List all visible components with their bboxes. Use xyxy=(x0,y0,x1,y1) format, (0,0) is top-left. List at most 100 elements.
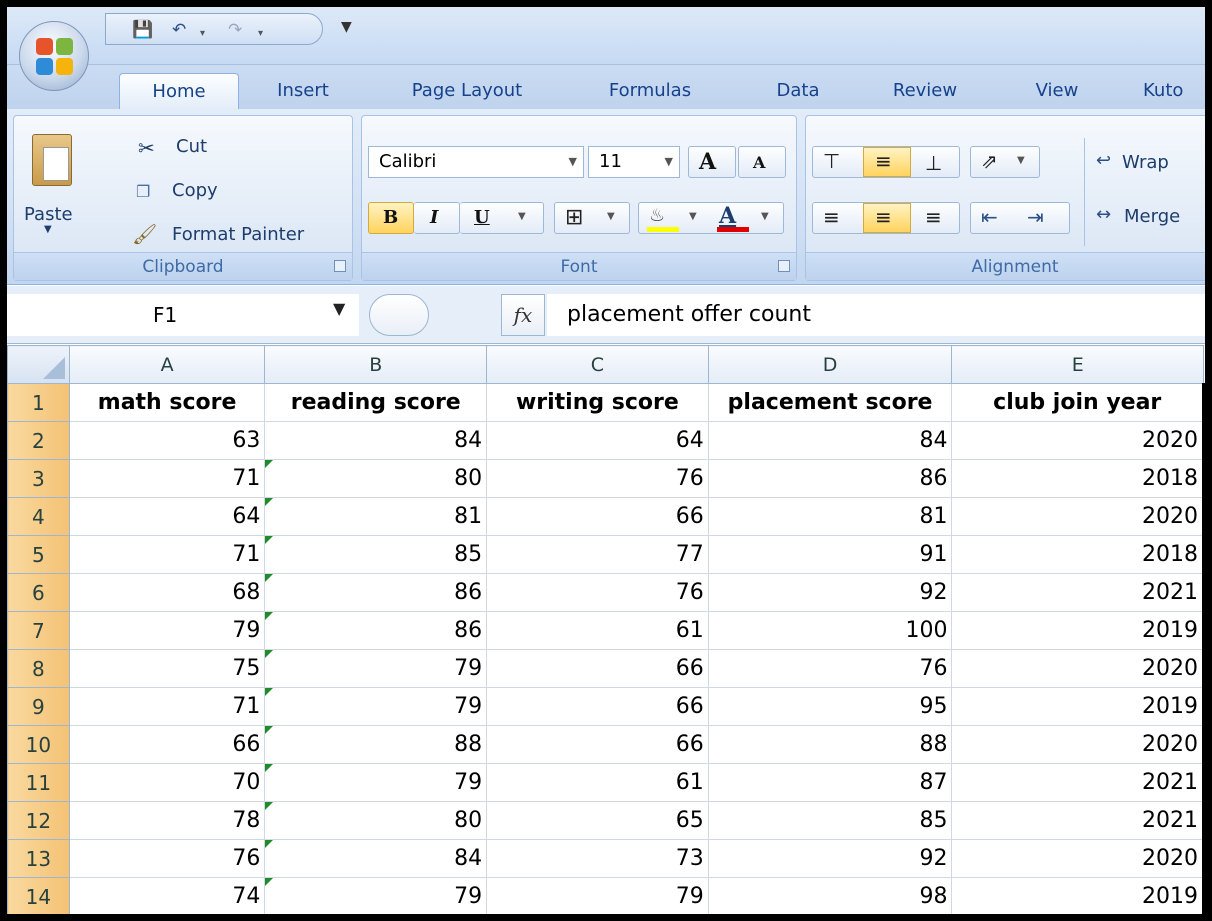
cell-c1[interactable]: writing score xyxy=(486,383,709,422)
cell-b3[interactable]: 80 xyxy=(264,459,488,498)
cell-a13[interactable]: 76 xyxy=(68,839,266,878)
row-header[interactable]: 6 xyxy=(7,573,70,612)
row-header[interactable]: 1 xyxy=(7,383,70,422)
row-header[interactable]: 2 xyxy=(7,421,70,460)
cell-c13[interactable]: 73 xyxy=(486,839,709,878)
error-indicator-icon[interactable] xyxy=(265,878,274,886)
name-box-dropdown-icon[interactable]: ▼ xyxy=(333,299,345,318)
error-indicator-icon[interactable] xyxy=(265,650,274,658)
cell-a3[interactable]: 71 xyxy=(68,459,266,498)
row-header[interactable]: 9 xyxy=(7,687,70,726)
tab-review[interactable]: Review xyxy=(875,73,975,109)
column-header-d[interactable]: D xyxy=(707,345,953,384)
increase-indent-icon[interactable]: ⇥ xyxy=(1027,205,1044,229)
cell-d2[interactable]: 84 xyxy=(707,421,953,460)
cell-e11[interactable]: 2021 xyxy=(951,763,1205,802)
name-box[interactable]: F1 xyxy=(7,294,359,336)
cell-e14[interactable]: 2019 xyxy=(951,877,1205,914)
paste-button[interactable]: Paste ▼ xyxy=(20,124,86,242)
cell-d6[interactable]: 92 xyxy=(707,573,953,612)
cell-d9[interactable]: 95 xyxy=(707,687,953,726)
cut-button[interactable]: Cut xyxy=(176,136,207,157)
cell-c4[interactable]: 66 xyxy=(486,497,709,536)
undo-icon[interactable]: ↶ xyxy=(172,20,186,40)
cell-a5[interactable]: 71 xyxy=(68,535,266,574)
cell-b13[interactable]: 84 xyxy=(264,839,488,878)
cell-d10[interactable]: 88 xyxy=(707,725,953,764)
column-header-c[interactable]: C xyxy=(486,345,709,384)
cell-c11[interactable]: 61 xyxy=(486,763,709,802)
cell-b2[interactable]: 84 xyxy=(264,421,488,460)
cell-a14[interactable]: 74 xyxy=(68,877,266,914)
row-header[interactable]: 4 xyxy=(7,497,70,536)
cell-b9[interactable]: 79 xyxy=(264,687,488,726)
customize-qat-icon[interactable]: ▼ xyxy=(341,17,352,37)
cell-a6[interactable]: 68 xyxy=(68,573,266,612)
cell-b11[interactable]: 79 xyxy=(264,763,488,802)
fill-color-dropdown-icon[interactable]: ▼ xyxy=(689,211,697,222)
row-header[interactable]: 8 xyxy=(7,649,70,688)
tab-home[interactable]: Home xyxy=(119,73,239,109)
row-header[interactable]: 10 xyxy=(7,725,70,764)
merge-center-button[interactable]: Merge xyxy=(1124,206,1180,227)
cell-e1[interactable]: club join year xyxy=(951,383,1205,422)
cell-d8[interactable]: 76 xyxy=(707,649,953,688)
cell-c8[interactable]: 66 xyxy=(486,649,709,688)
error-indicator-icon[interactable] xyxy=(265,536,274,544)
cell-e10[interactable]: 2020 xyxy=(951,725,1205,764)
cell-e6[interactable]: 2021 xyxy=(951,573,1205,612)
cell-e5[interactable]: 2018 xyxy=(951,535,1205,574)
cell-a1[interactable]: math score xyxy=(68,383,266,422)
tab-view[interactable]: View xyxy=(1017,73,1097,109)
cell-d4[interactable]: 81 xyxy=(707,497,953,536)
error-indicator-icon[interactable] xyxy=(265,688,274,696)
cut-icon[interactable]: ✂ xyxy=(138,136,155,160)
copy-button[interactable]: Copy xyxy=(172,180,218,201)
bold-button[interactable]: B xyxy=(368,202,414,234)
cell-a12[interactable]: 78 xyxy=(68,801,266,840)
save-icon[interactable]: 💾 xyxy=(132,20,153,40)
underline-dropdown-icon[interactable]: ▼ xyxy=(518,211,526,222)
cell-b6[interactable]: 86 xyxy=(264,573,488,612)
fill-color-icon[interactable]: ♨ xyxy=(649,205,665,226)
align-top-icon[interactable]: ⊤ xyxy=(823,149,840,173)
cell-e8[interactable]: 2020 xyxy=(951,649,1205,688)
merge-center-icon[interactable]: ↔ xyxy=(1096,204,1111,225)
tab-page-layout[interactable]: Page Layout xyxy=(387,73,547,109)
error-indicator-icon[interactable] xyxy=(265,460,274,468)
row-header[interactable]: 7 xyxy=(7,611,70,650)
cell-c7[interactable]: 61 xyxy=(486,611,709,650)
error-indicator-icon[interactable] xyxy=(265,726,274,734)
cell-d5[interactable]: 91 xyxy=(707,535,953,574)
format-painter-button[interactable]: Format Painter xyxy=(172,224,304,245)
align-middle-icon[interactable]: ≡ xyxy=(875,149,892,173)
cell-d14[interactable]: 98 xyxy=(707,877,953,914)
cell-c3[interactable]: 76 xyxy=(486,459,709,498)
font-size-dropdown-icon[interactable]: ▼ xyxy=(665,147,673,177)
font-name-combo[interactable]: Calibri ▼ xyxy=(368,146,584,178)
redo-icon[interactable]: ↷ xyxy=(228,20,242,40)
row-header[interactable]: 3 xyxy=(7,459,70,498)
italic-button[interactable]: I xyxy=(414,202,460,234)
orientation-button[interactable]: ⇗ ▼ xyxy=(970,146,1040,178)
tab-data[interactable]: Data xyxy=(763,73,833,109)
column-header-a[interactable]: A xyxy=(68,345,266,384)
borders-button[interactable]: ⊞ ▼ xyxy=(554,202,630,234)
tab-insert[interactable]: Insert xyxy=(259,73,347,109)
formula-bar-resize-handle[interactable] xyxy=(369,294,429,336)
row-header[interactable]: 5 xyxy=(7,535,70,574)
office-button[interactable] xyxy=(19,21,89,91)
font-size-combo[interactable]: 11 ▼ xyxy=(588,146,680,178)
borders-dropdown-icon[interactable]: ▼ xyxy=(607,211,615,222)
error-indicator-icon[interactable] xyxy=(265,802,274,810)
cell-b8[interactable]: 79 xyxy=(264,649,488,688)
cell-e2[interactable]: 2020 xyxy=(951,421,1205,460)
underline-button[interactable]: U ▼ xyxy=(460,202,544,234)
cell-b7[interactable]: 86 xyxy=(264,611,488,650)
error-indicator-icon[interactable] xyxy=(265,840,274,848)
redo-dropdown-icon[interactable]: ▾ xyxy=(258,24,263,44)
cell-b10[interactable]: 88 xyxy=(264,725,488,764)
column-header-e[interactable]: E xyxy=(951,345,1204,384)
clipboard-launcher-icon[interactable] xyxy=(334,260,346,272)
cell-a10[interactable]: 66 xyxy=(68,725,266,764)
